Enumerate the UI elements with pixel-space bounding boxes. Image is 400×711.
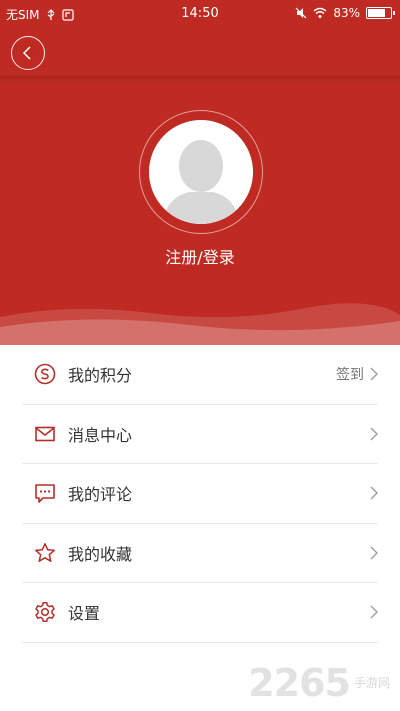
watermark-logo: 2265 (248, 661, 351, 705)
menu-list: 我的积分 签到 消息中心 我的评论 我的收藏 设置 (0, 345, 400, 643)
menu-item-label: 消息中心 (68, 425, 133, 445)
status-bar: 无SIM 14:50 83% (0, 0, 400, 26)
watermark-text: 手游网 (353, 675, 390, 690)
back-button[interactable] (11, 36, 45, 70)
watermark: 2265 手游网 (248, 661, 390, 705)
chevron-right-icon (370, 367, 378, 381)
titlebar-shadow (0, 76, 400, 84)
battery-icon (366, 7, 395, 19)
mail-icon (34, 423, 56, 445)
chevron-right-icon (370, 605, 378, 619)
menu-item-label: 我的评论 (68, 485, 133, 505)
menu-item-label: 我的积分 (68, 366, 133, 386)
check-in-label[interactable]: 签到 (336, 364, 364, 384)
chevron-right-icon (370, 486, 378, 500)
mute-icon (295, 7, 307, 19)
chevron-left-icon (22, 46, 31, 60)
wifi-icon (313, 7, 327, 18)
menu-item-label: 设置 (68, 604, 101, 624)
gear-icon (34, 601, 56, 623)
menu-item-favorites[interactable]: 我的收藏 (22, 524, 378, 583)
points-icon (34, 363, 56, 385)
comment-icon (34, 482, 56, 504)
menu-item-points[interactable]: 我的积分 签到 (22, 345, 378, 405)
chevron-right-icon (370, 427, 378, 441)
battery-fill (368, 9, 386, 17)
chevron-right-icon (370, 546, 378, 560)
menu-item-label: 我的收藏 (68, 544, 133, 564)
header-wave-decoration (0, 303, 400, 347)
menu-item-messages[interactable]: 消息中心 (22, 405, 378, 464)
avatar[interactable] (149, 120, 253, 224)
star-icon (34, 542, 56, 564)
register-login-link[interactable]: 注册/登录 (0, 244, 400, 268)
menu-item-comments[interactable]: 我的评论 (22, 464, 378, 524)
default-avatar-icon (149, 120, 253, 224)
battery-percent: 83% (333, 6, 360, 20)
menu-item-settings[interactable]: 设置 (22, 583, 378, 643)
